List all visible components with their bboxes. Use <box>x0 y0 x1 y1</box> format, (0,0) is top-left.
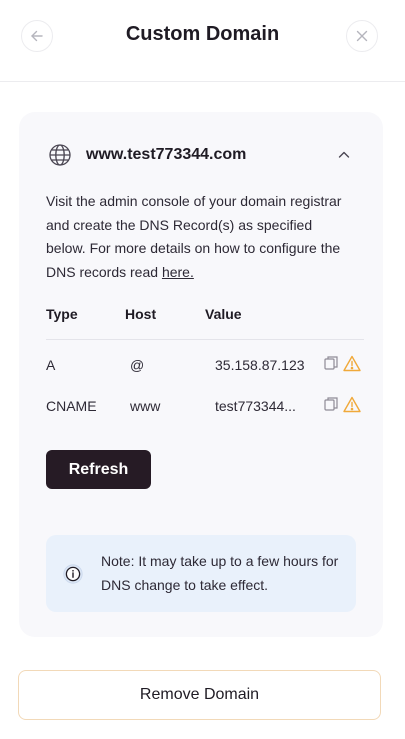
warning-icon[interactable] <box>343 354 361 372</box>
copy-icon[interactable] <box>322 395 340 413</box>
domain-card: www.test773344.com Visit the admin conso… <box>19 112 383 637</box>
record-actions <box>322 354 361 372</box>
record-actions <box>322 395 361 413</box>
column-header-type: Type <box>46 306 78 322</box>
column-header-host: Host <box>125 306 157 322</box>
table-divider <box>46 339 364 340</box>
dns-instructions: Visit the admin console of your domain r… <box>46 190 346 284</box>
domain-name: www.test773344.com <box>86 146 247 163</box>
record-type: A <box>46 357 56 373</box>
record-value: 35.158.87.123 <box>215 357 305 373</box>
page-title: Custom Domain <box>125 23 280 45</box>
column-header-value: Value <box>205 306 242 322</box>
header: Custom Domain <box>0 0 405 82</box>
close-icon <box>356 30 368 42</box>
help-link[interactable]: here. <box>162 264 194 280</box>
globe-icon <box>47 142 73 168</box>
note-text: Note: It may take up to a few hours for … <box>101 553 339 593</box>
info-note: Note: It may take up to a few hours for … <box>46 535 356 612</box>
record-host: www <box>130 398 161 414</box>
info-icon <box>63 564 83 584</box>
chevron-up-icon[interactable] <box>333 144 355 166</box>
record-host: @ <box>130 357 145 373</box>
close-button[interactable] <box>346 20 378 52</box>
copy-icon[interactable] <box>322 354 340 372</box>
refresh-button[interactable]: Refresh <box>46 450 151 489</box>
remove-domain-button[interactable]: Remove Domain <box>18 670 381 720</box>
warning-icon[interactable] <box>343 395 361 413</box>
record-value: test773344... <box>215 398 296 414</box>
domain-header[interactable]: www.test773344.com <box>47 140 359 170</box>
record-type: CNAME <box>46 398 97 414</box>
